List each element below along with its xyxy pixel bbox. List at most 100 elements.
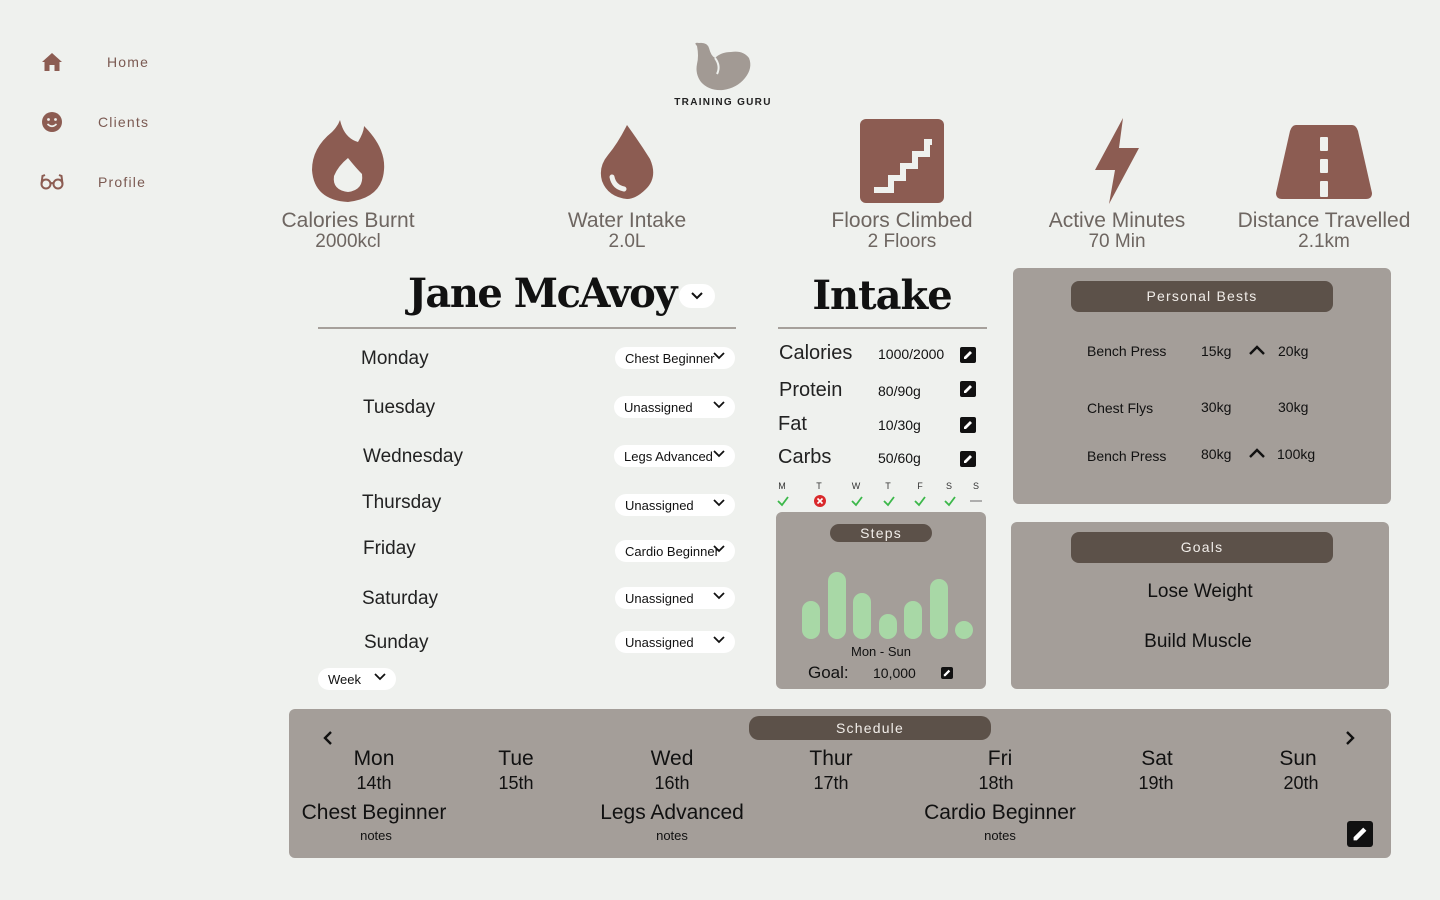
checkmark-icon — [914, 496, 926, 507]
chevron-down-icon — [713, 352, 725, 360]
intake-row-carbs: Carbs 50/60g — [778, 446, 988, 472]
pencil-icon — [1353, 827, 1367, 841]
goals-title: Goals — [1071, 532, 1333, 563]
schedule-day[interactable]: Sun 20th — [1218, 746, 1378, 794]
day-name: Thursday — [362, 492, 442, 513]
goal-item: Lose Weight — [1147, 581, 1253, 602]
stat-active: Active Minutes 70 Min — [1017, 116, 1217, 252]
edit-button[interactable] — [960, 347, 976, 363]
stat-label: Distance Travelled — [1237, 209, 1411, 232]
schedule-workout: Chest Beginner — [301, 801, 447, 824]
pb-current: 100kg — [1277, 446, 1316, 462]
lightning-icon — [1017, 116, 1217, 206]
smiley-icon — [40, 110, 64, 134]
workout-select[interactable]: Legs Advanced — [614, 445, 735, 467]
divider — [318, 327, 736, 329]
chevron-down-icon — [713, 636, 725, 644]
client-select-button[interactable] — [679, 284, 715, 308]
missed-icon — [814, 495, 826, 507]
schedule-date: 16th — [654, 773, 690, 793]
edit-button[interactable] — [960, 451, 976, 467]
schedule-day[interactable]: Mon 14th Chest Beginner notes — [294, 746, 454, 844]
schedule-day-name: Sun — [1279, 747, 1317, 770]
pencil-icon — [943, 669, 951, 677]
edit-button[interactable] — [960, 417, 976, 433]
schedule-day-name: Wed — [650, 747, 694, 770]
day-row-saturday: Saturday Unassigned — [318, 587, 738, 613]
schedule-date: 18th — [978, 773, 1014, 793]
pencil-icon — [964, 351, 972, 359]
chevron-down-icon — [713, 401, 725, 409]
intake-value: 1000/2000 — [878, 346, 945, 362]
stat-label: Water Intake — [567, 209, 687, 232]
schedule-day-name: Sat — [1141, 747, 1173, 770]
chevron-down-icon — [691, 292, 703, 300]
intake-label: Calories — [779, 342, 853, 364]
schedule-day[interactable]: Wed 16th Legs Advanced notes — [592, 746, 752, 844]
week-letter: S — [945, 481, 952, 491]
logo-text: TRAINING GURU — [674, 97, 772, 108]
schedule-day[interactable]: Thur 17th — [751, 746, 911, 794]
nav-home[interactable]: Home — [40, 50, 148, 74]
checkmark-icon — [851, 496, 863, 507]
intake-value: 50/60g — [878, 450, 921, 466]
chevron-left-icon — [323, 731, 332, 745]
edit-button[interactable] — [941, 667, 953, 679]
chevron-right-icon — [1346, 731, 1355, 745]
steps-bar — [955, 621, 973, 639]
intake-value: 10/30g — [878, 417, 921, 433]
stat-value: 2 Floors — [867, 231, 937, 252]
schedule-title: Schedule — [749, 716, 991, 740]
schedule-day[interactable]: Sat 19th — [1076, 746, 1236, 794]
dash-icon — [970, 500, 982, 502]
workout-select[interactable]: Cardio Beginner — [615, 540, 735, 562]
workout-select-value: Unassigned — [625, 590, 694, 606]
schedule-day-name: Thur — [809, 747, 853, 770]
day-name: Friday — [363, 538, 416, 559]
edit-button[interactable] — [960, 381, 976, 397]
workout-select[interactable]: Unassigned — [614, 396, 735, 418]
workout-select[interactable]: Unassigned — [615, 494, 735, 516]
steps-bar — [904, 601, 922, 639]
period-select[interactable]: Week — [318, 668, 396, 690]
goal-item: Build Muscle — [1144, 631, 1252, 652]
stat-label: Calories Burnt — [281, 209, 415, 232]
workout-select[interactable]: Unassigned — [615, 587, 735, 609]
period-select-value: Week — [328, 671, 361, 687]
checkmark-icon — [883, 496, 895, 507]
nav-label: Clients — [98, 114, 150, 130]
stat-calories: Calories Burnt 2000kcl — [248, 116, 448, 252]
nav-profile[interactable]: Profile — [40, 170, 145, 194]
workout-select-value: Unassigned — [625, 497, 694, 513]
logo: TRAINING GURU — [668, 40, 778, 110]
stat-label: Active Minutes — [1048, 209, 1186, 232]
schedule-day-name: Tue — [498, 747, 534, 770]
steps-goal-value: 10,000 — [873, 665, 916, 681]
stat-value: 2.1km — [1298, 231, 1350, 252]
stat-distance: Distance Travelled 2.1km — [1224, 116, 1424, 252]
stat-value: 70 Min — [1088, 231, 1146, 252]
workout-select[interactable]: Chest Beginner — [615, 347, 735, 369]
workout-select-value: Chest Beginner — [625, 350, 715, 366]
pb-exercise: Chest Flys — [1087, 400, 1154, 416]
day-name: Tuesday — [363, 397, 436, 418]
schedule-day[interactable]: Fri 18th Cardio Beginner notes — [920, 746, 1080, 844]
edit-schedule-button[interactable] — [1347, 821, 1373, 847]
client-name: Jane McAvoy — [408, 270, 678, 317]
day-row-monday: Monday Chest Beginner — [318, 347, 738, 373]
chevron-down-icon — [713, 592, 725, 600]
week-letter: F — [917, 481, 923, 491]
chevron-up-icon — [1249, 345, 1265, 355]
pb-exercise: Bench Press — [1087, 448, 1167, 464]
workout-select[interactable]: Unassigned — [615, 631, 735, 653]
day-row-friday: Friday Cardio Beginner — [318, 537, 738, 563]
nav-clients[interactable]: Clients — [40, 110, 148, 134]
chevron-down-icon — [374, 673, 386, 681]
pb-current: 20kg — [1278, 343, 1309, 359]
schedule-date: 14th — [356, 773, 392, 793]
schedule-day[interactable]: Tue 15th — [436, 746, 596, 794]
glasses-icon — [40, 170, 64, 194]
intake-label: Protein — [779, 379, 843, 401]
workout-select-value: Legs Advanced — [624, 448, 713, 464]
week-letter: T — [885, 481, 891, 491]
